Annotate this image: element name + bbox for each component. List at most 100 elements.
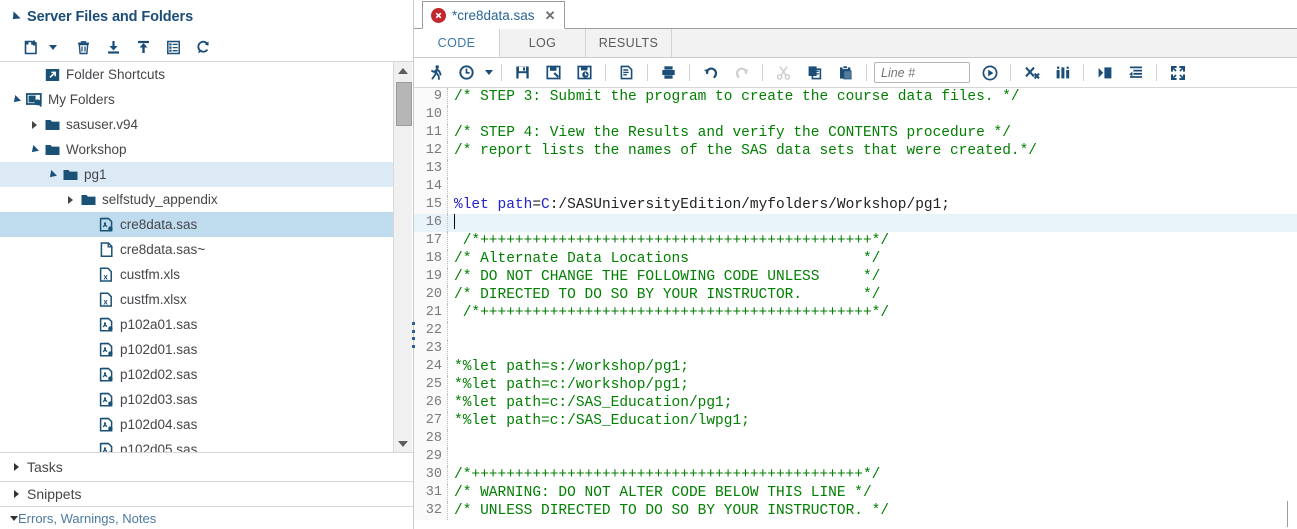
server-files-header[interactable]: Server Files and Folders — [0, 0, 413, 33]
code-line[interactable]: 23 — [414, 340, 1297, 358]
save-as-button[interactable] — [538, 60, 569, 86]
go-to-line-button[interactable] — [974, 60, 1005, 86]
delete-button[interactable] — [68, 35, 98, 60]
toolbar-separator — [689, 64, 690, 81]
code-line[interactable]: 27 *%let path=c:/SAS_Education/lwpg1; — [414, 412, 1297, 430]
cut-button[interactable] — [768, 60, 799, 86]
save-to-my-folders-button[interactable] — [569, 60, 600, 86]
code-line[interactable]: 11 /* STEP 4: View the Results and verify… — [414, 124, 1297, 142]
code-line[interactable]: 32 /* UNLESS DIRECTED TO DO SO BY YOUR IN… — [414, 502, 1297, 520]
code-line[interactable]: 19 /* DO NOT CHANGE THE FOLLOWING CODE UN… — [414, 268, 1297, 286]
upload-button[interactable] — [128, 35, 158, 60]
tree-item-p102a01-sas[interactable]: p102a01.sas — [0, 312, 393, 337]
scrollbar-thumb[interactable] — [396, 82, 412, 126]
code-line[interactable]: 18 /* Alternate Data Locations */ — [414, 250, 1297, 268]
print-button[interactable] — [653, 60, 684, 86]
tree-caret[interactable] — [26, 144, 42, 155]
code-line[interactable]: 21 /*+++++++++++++++++++++++++++++++++++… — [414, 304, 1297, 322]
code-line[interactable]: 25 *%let path=c:/workshop/pg1; — [414, 376, 1297, 394]
download-button[interactable] — [98, 35, 128, 60]
paste-button[interactable] — [830, 60, 861, 86]
code-line[interactable]: 29 — [414, 448, 1297, 466]
document-tab-cre8data[interactable]: *cre8data.sas ✕ — [422, 1, 566, 29]
code-editor[interactable]: 9 /* STEP 3: Submit the program to create… — [414, 88, 1297, 529]
panel-splitter-handle[interactable] — [409, 322, 417, 348]
tree-item-custfm-xls[interactable]: x custfm.xls — [0, 262, 393, 287]
subtab-code[interactable]: CODE — [414, 29, 500, 57]
indent-button[interactable] — [1089, 60, 1120, 86]
clear-all-button[interactable] — [1016, 60, 1047, 86]
tree-item-cre8data-sas-[interactable]: cre8data.sas~ — [0, 237, 393, 262]
code-line[interactable]: 14 — [414, 178, 1297, 196]
properties-button[interactable] — [158, 35, 188, 60]
tree-item-p102d02-sas[interactable]: p102d02.sas — [0, 362, 393, 387]
redo-button[interactable] — [726, 60, 757, 86]
triangle-down-icon[interactable] — [29, 144, 39, 155]
line-number-input[interactable] — [874, 62, 970, 83]
tree-scrollbar[interactable] — [393, 62, 412, 452]
code-line[interactable]: 31 /* WARNING: DO NOT ALTER CODE BELOW TH… — [414, 484, 1297, 502]
tree-item-p102d01-sas[interactable]: p102d01.sas — [0, 337, 393, 362]
tree-item-selfstudy-appendix[interactable]: selfstudy_appendix — [0, 187, 393, 212]
analyze-program-button[interactable] — [1047, 60, 1078, 86]
save-button[interactable] — [507, 60, 538, 86]
code-line[interactable]: 28 — [414, 430, 1297, 448]
code-lines-container[interactable]: 9 /* STEP 3: Submit the program to create… — [414, 88, 1297, 529]
document-properties-button[interactable] — [611, 60, 642, 86]
code-line[interactable]: 30 /*++++++++++++++++++++++++++++++++++++… — [414, 466, 1297, 484]
accordion-snippets[interactable]: Snippets — [0, 482, 413, 507]
close-icon[interactable]: ✕ — [545, 9, 556, 22]
errors-warnings-notes-bar[interactable]: Errors, Warnings, Notes — [0, 507, 413, 529]
tree-item-sasuser-v94[interactable]: sasuser.v94 — [0, 112, 393, 137]
code-line[interactable]: 16 — [414, 214, 1297, 232]
file-tree[interactable]: Folder Shortcuts My Folders sasuser.v94 Wor… — [0, 62, 393, 452]
tree-item-label: Workshop — [66, 142, 127, 157]
triangle-right-icon[interactable] — [31, 120, 37, 129]
subtab-results[interactable]: RESULTS — [586, 29, 672, 57]
tree-item-my-folders[interactable]: My Folders — [0, 87, 393, 112]
tree-item-custfm-xlsx[interactable]: x custfm.xlsx — [0, 287, 393, 312]
tree-item-label: p102d03.sas — [120, 392, 198, 407]
undo-button[interactable] — [695, 60, 726, 86]
code-line[interactable]: 17 /*+++++++++++++++++++++++++++++++++++… — [414, 232, 1297, 250]
scroll-up-arrow-icon[interactable] — [394, 62, 412, 79]
code-line[interactable]: 26 *%let path=c:/SAS_Education/pg1; — [414, 394, 1297, 412]
tree-item-workshop[interactable]: Workshop — [0, 137, 393, 162]
code-line[interactable]: 9 /* STEP 3: Submit the program to create… — [414, 88, 1297, 106]
tree-item-p102d05-sas[interactable]: p102d05.sas — [0, 437, 393, 452]
subtab-log[interactable]: LOG — [500, 29, 586, 57]
tree-caret[interactable] — [26, 120, 42, 129]
new-button[interactable] — [16, 35, 46, 60]
tree-caret[interactable] — [44, 169, 60, 180]
code-line[interactable]: 22 — [414, 322, 1297, 340]
accordion-tasks[interactable]: Tasks — [0, 453, 413, 482]
copy-button[interactable] — [799, 60, 830, 86]
code-line[interactable]: 15 %let path=C:/SASUniversityEdition/myfo… — [414, 196, 1297, 214]
maximize-view-button[interactable] — [1162, 60, 1193, 86]
tree-item-p102d04-sas[interactable]: p102d04.sas — [0, 412, 393, 437]
new-dropdown-caret[interactable] — [46, 35, 60, 60]
outdent-button[interactable] — [1120, 60, 1151, 86]
schedule-dropdown-caret[interactable] — [482, 60, 496, 86]
tree-item-p102d03-sas[interactable]: p102d03.sas — [0, 387, 393, 412]
tree-caret[interactable] — [62, 195, 78, 204]
code-line[interactable]: 12 /* report lists the names of the SAS d… — [414, 142, 1297, 160]
code-line[interactable]: 13 — [414, 160, 1297, 178]
triangle-down-icon[interactable] — [47, 169, 57, 180]
line-number: 15 — [414, 196, 448, 214]
scroll-down-arrow-icon[interactable] — [394, 435, 412, 452]
code-line[interactable]: 20 /* DIRECTED TO DO SO BY YOUR INSTRUCTO… — [414, 286, 1297, 304]
run-button[interactable] — [420, 60, 451, 86]
tree-caret[interactable] — [8, 94, 24, 105]
tree-item-folder-shortcuts[interactable]: Folder Shortcuts — [0, 62, 393, 87]
errors-warnings-notes-label: Errors, Warnings, Notes — [18, 510, 157, 526]
tree-item-cre8data-sas[interactable]: cre8data.sas — [0, 212, 393, 237]
triangle-down-icon[interactable] — [11, 94, 21, 105]
tree-item-pg1[interactable]: pg1 — [0, 162, 393, 187]
code-line[interactable]: 24 *%let path=s:/workshop/pg1; — [414, 358, 1297, 376]
code-line[interactable]: 10 — [414, 106, 1297, 124]
schedule-button[interactable] — [451, 60, 482, 86]
refresh-button[interactable] — [188, 35, 218, 60]
triangle-right-icon[interactable] — [67, 195, 73, 204]
